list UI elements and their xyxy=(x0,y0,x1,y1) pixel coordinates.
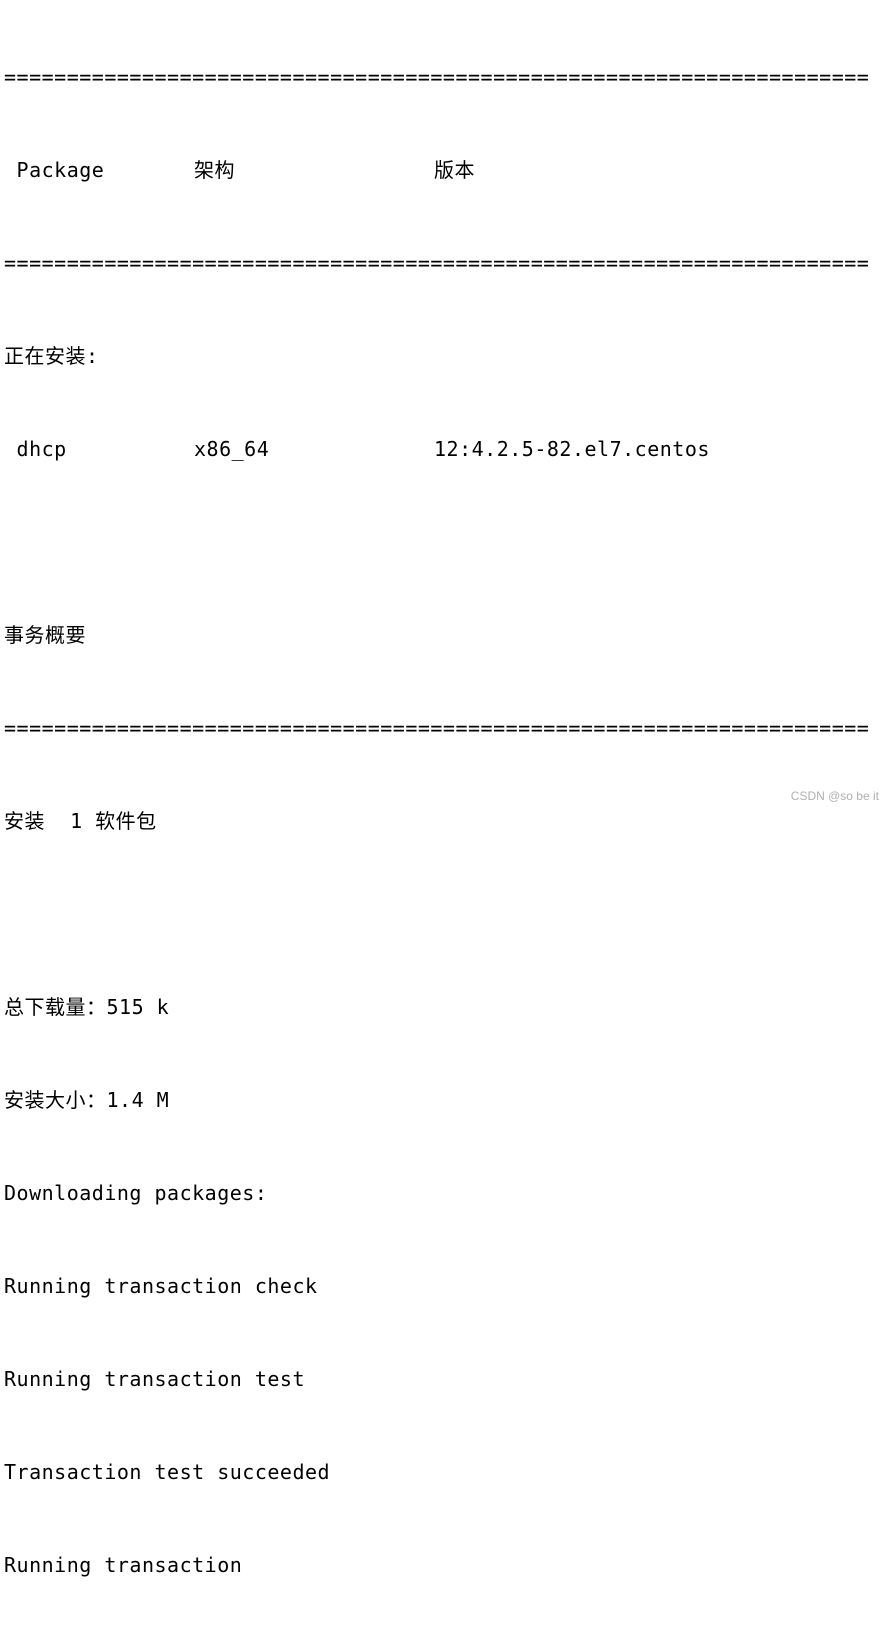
installing-label: 正在安装: xyxy=(4,341,885,372)
terminal-output: ========================================… xyxy=(0,0,889,1628)
transaction-test-succeeded: Transaction test succeeded xyxy=(4,1457,885,1488)
divider-top: ========================================… xyxy=(4,62,885,93)
row-arch: x86_64 xyxy=(194,434,434,465)
divider-mid: ========================================… xyxy=(4,248,885,279)
divider-bot: ========================================… xyxy=(4,713,885,744)
transaction-summary: 事务概要 xyxy=(4,620,885,651)
header-arch: 架构 xyxy=(194,155,434,186)
running-transaction-test: Running transaction test xyxy=(4,1364,885,1395)
blank-line xyxy=(4,899,885,930)
header-version: 版本 xyxy=(434,155,475,186)
download-size: 总下载量：515 k xyxy=(4,992,885,1023)
row-version: 12:4.2.5-82.el7.centos xyxy=(434,434,710,465)
watermark-text: CSDN @so be it xyxy=(791,787,879,806)
blank-line xyxy=(4,527,885,558)
running-transaction-check: Running transaction check xyxy=(4,1271,885,1302)
running-transaction: Running transaction xyxy=(4,1550,885,1581)
header-package: Package xyxy=(4,155,194,186)
row-package: dhcp xyxy=(4,434,194,465)
install-size: 安装大小：1.4 M xyxy=(4,1085,885,1116)
table-header-row: Package架构版本 xyxy=(4,155,885,186)
table-row: dhcpx86_6412:4.2.5-82.el7.centos xyxy=(4,434,885,465)
install-count: 安装 1 软件包 xyxy=(4,806,885,837)
downloading-packages: Downloading packages: xyxy=(4,1178,885,1209)
